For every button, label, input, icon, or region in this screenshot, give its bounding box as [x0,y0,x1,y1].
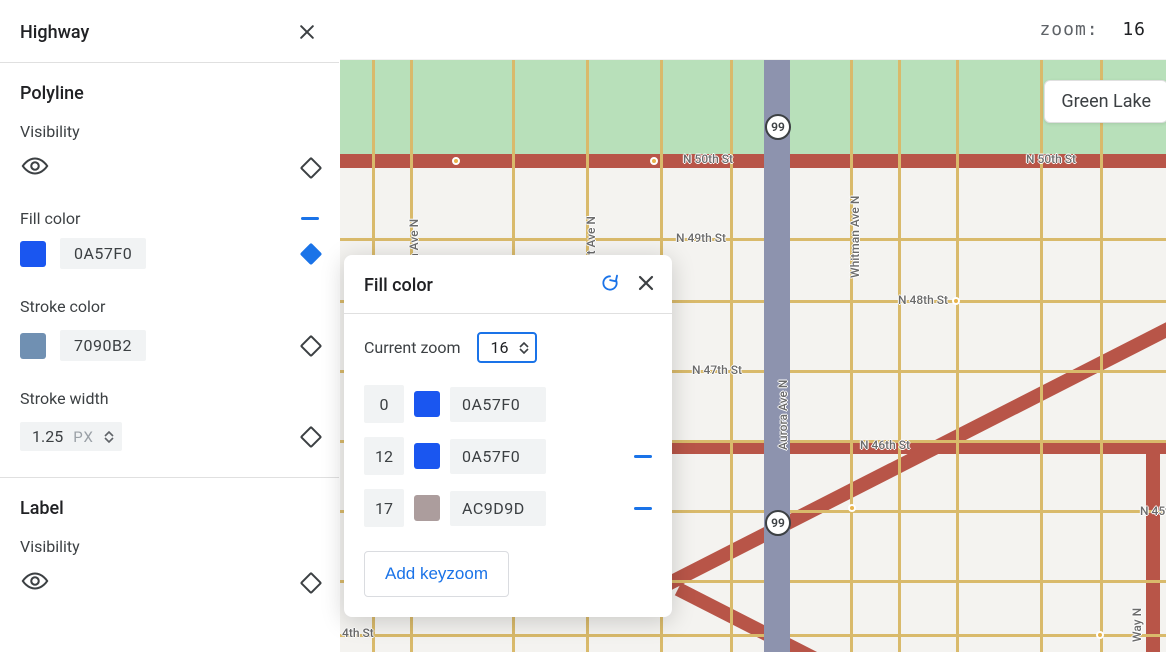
dash-icon[interactable] [634,455,652,458]
refresh-icon[interactable] [600,273,620,297]
keyzoom-row: 0 0A57F0 [364,385,652,423]
label-section-title: Label [0,478,339,527]
fill-color-popover: Fill color Current zoom 16 0 0A57F0 12 0A57… [344,255,672,617]
stepper-arrows-icon[interactable] [104,431,114,443]
eye-icon[interactable] [20,570,50,596]
current-zoom-value: 16 [491,338,509,357]
street-label: N 46th St [860,438,910,452]
current-zoom-row: Current zoom 16 [364,332,652,363]
add-keyzoom-button[interactable]: Add keyzoom [364,551,509,597]
fill-color-hex[interactable]: 0A57F0 [60,238,146,269]
street-label: N 50th St [1026,152,1076,166]
label-visibility-group: Visibility [0,527,339,614]
street-label: N 48th St [898,293,948,307]
stroke-color-label: Stroke color [20,297,319,316]
zoom-label: zoom: [1039,19,1098,40]
keyzoom-diamond-icon-active[interactable] [300,242,323,265]
stroke-width-input[interactable]: 1.25 PX [20,422,122,451]
keyzoom-zoom-value[interactable]: 0 [364,385,404,423]
popover-title: Fill color [364,275,433,296]
zoom-indicator: zoom: 16 [1039,19,1146,40]
sidebar-header: Highway [0,0,339,63]
keyzoom-row: 12 0A57F0 [364,437,652,475]
street-label: N 50th St [683,152,733,166]
fill-color-swatch[interactable] [20,241,46,267]
close-icon[interactable] [638,275,654,295]
street-label: Way N [1130,608,1144,642]
visibility-label: Visibility [20,122,319,141]
dash-icon[interactable] [634,507,652,510]
sidebar-title: Highway [20,22,89,43]
street-label: N 47th St [692,363,742,377]
stroke-color-swatch[interactable] [20,333,46,359]
current-zoom-label: Current zoom [364,338,461,357]
visibility-group: Visibility [0,112,339,199]
street-label: N 49th St [676,231,726,245]
keyzoom-swatch[interactable] [414,495,440,521]
keyzoom-hex[interactable]: 0A57F0 [450,387,546,422]
popover-body: Current zoom 16 00A57F0120A57F017AC9D9D … [344,314,672,617]
keyzoom-diamond-icon[interactable] [300,425,323,448]
style-sidebar: Highway Polyline Visibility Fill color 0… [0,0,340,652]
street-label: n Ave N [407,219,421,260]
street-label: 4th St [342,626,374,640]
keyzoom-zoom-value[interactable]: 17 [364,489,404,527]
keyzoom-hex[interactable]: AC9D9D [450,491,546,526]
street-label: Aurora Ave N [776,380,790,450]
zoom-value: 16 [1122,19,1146,40]
keyzoom-swatch[interactable] [414,391,440,417]
stroke-width-value: 1.25 [32,427,63,446]
route-shield-99: 99 [765,510,791,536]
fill-color-group: Fill color 0A57F0 [0,199,339,287]
stroke-color-group: Stroke color 7090B2 [0,287,339,379]
keyzoom-swatch[interactable] [414,443,440,469]
keyzoom-row: 17 AC9D9D [364,489,652,527]
polyline-section-title: Polyline [0,63,339,112]
map-topbar: zoom: 16 [340,0,1166,60]
keyzoom-hex[interactable]: 0A57F0 [450,439,546,474]
route-shield-99: 99 [765,114,791,140]
fill-color-label: Fill color [20,209,80,228]
stroke-width-label: Stroke width [20,389,319,408]
stroke-color-hex[interactable]: 7090B2 [60,330,146,361]
keyzoom-diamond-icon[interactable] [300,157,323,180]
close-icon[interactable] [295,20,319,44]
keyzoom-zoom-value[interactable]: 12 [364,437,404,475]
stroke-width-unit: PX [73,428,94,446]
keyzoom-diamond-icon[interactable] [300,334,323,357]
place-chip[interactable]: Green Lake [1044,80,1166,123]
stepper-arrows-icon[interactable] [519,342,529,354]
current-zoom-input[interactable]: 16 [477,332,537,363]
popover-header: Fill color [344,255,672,314]
eye-icon[interactable] [20,155,50,181]
keyzoom-list: 0 0A57F0 12 0A57F0 17 AC9D9D [364,385,652,527]
label-visibility-label: Visibility [20,537,319,556]
street-label: Whitman Ave N [848,196,862,278]
dash-icon[interactable] [301,217,319,220]
street-label: N 45th St [1140,504,1166,518]
stroke-width-group: Stroke width 1.25 PX [0,379,339,469]
keyzoom-diamond-icon[interactable] [300,572,323,595]
